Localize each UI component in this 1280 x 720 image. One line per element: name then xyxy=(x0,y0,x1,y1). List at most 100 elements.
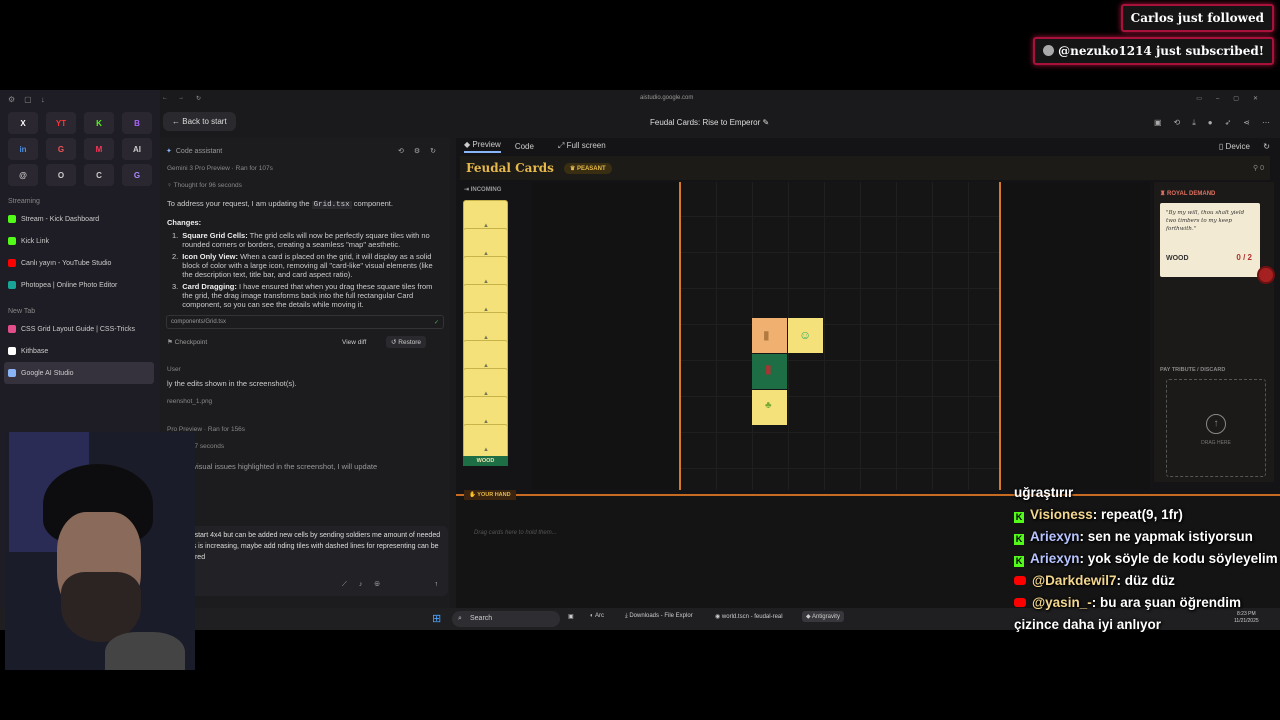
discard-drop-zone[interactable]: ↑ DRAG HERE xyxy=(1166,379,1266,477)
sidebar-new-tab[interactable]: New Tab xyxy=(0,296,160,318)
wax-seal-icon xyxy=(1257,266,1275,284)
download-icon[interactable]: ⤓ xyxy=(1192,118,1196,128)
edit-pencil-icon[interactable]: ✎ xyxy=(763,118,770,127)
window-controls[interactable]: ▭–▢✕ xyxy=(1196,95,1272,102)
tab-full-screen[interactable]: ⤢ Full screen xyxy=(558,141,606,151)
youtube-icon xyxy=(1014,598,1026,607)
refresh-icon[interactable]: ↻ xyxy=(1263,142,1270,151)
device-button[interactable]: ▯ Device xyxy=(1219,142,1250,151)
forward-arrow-icon[interactable]: → xyxy=(178,95,184,101)
taskbar-app-explorer[interactable]: ⤓ Downloads - File Explor xyxy=(625,613,693,620)
avatar-icon xyxy=(1043,45,1055,56)
github-icon[interactable]: ● xyxy=(1208,118,1213,128)
your-hand-tag: ✋ YOUR HAND xyxy=(464,490,516,500)
thought-info[interactable]: ♀ Thought for 96 seconds xyxy=(160,181,450,191)
sidebar-toggle-icon[interactable]: ▢ xyxy=(24,95,32,104)
pinned-tab-gmail[interactable]: G xyxy=(46,138,76,160)
game-title: Feudal Cards xyxy=(466,161,554,175)
youtube-icon xyxy=(8,259,16,267)
grid-tile-peasant[interactable]: ☺ xyxy=(788,318,823,353)
kick-icon: K xyxy=(1014,512,1024,523)
taskbar-app-arc[interactable]: ◐ Arc xyxy=(590,613,604,619)
sidebar-item-ai-studio[interactable]: Google AI Studio xyxy=(4,362,154,384)
chat-message: @Darkdewil7: düz düz xyxy=(1014,570,1280,592)
assistant-toolbar-icons[interactable]: ⟲⚙↻ xyxy=(398,147,446,155)
sidebar-item-photopea[interactable]: Photopea | Online Photo Editor xyxy=(0,274,160,296)
taskbar-search[interactable]: ⌕ Search xyxy=(452,611,560,627)
reload-icon[interactable]: ↻ xyxy=(196,95,201,102)
share-icon[interactable]: ⋖ xyxy=(1243,118,1250,128)
attachment[interactable]: reenshot_1.png xyxy=(160,397,450,407)
pinned-tab-ai[interactable]: AI xyxy=(122,138,152,160)
sidebar-item-label: Stream - Kick Dashboard xyxy=(21,215,100,223)
royal-demand-panel: ♜ ROYAL DEMAND "By my will, thou shalt y… xyxy=(1154,182,1275,482)
send-arrow-icon[interactable]: ↑ xyxy=(435,579,439,590)
checkpoint-row: ⚑ Checkpoint View diff ↺ Restore xyxy=(160,335,450,349)
pinned-tab-youtube[interactable]: YT xyxy=(46,112,76,134)
pinned-tab-b[interactable]: B xyxy=(122,112,152,134)
changes-heading: Changes: xyxy=(167,218,202,227)
back-to-start-button[interactable]: ← Back to start xyxy=(163,112,236,131)
sidebar-item-youtube-studio[interactable]: Canlı yayın - YouTube Studio xyxy=(0,252,160,274)
chat-message: K Ariexyn: sen ne yapmak istiyorsun xyxy=(1014,529,1253,545)
sidebar-item-label: Google AI Studio xyxy=(21,369,74,377)
chat-message: K Visioness: repeat(9, 1fr) xyxy=(1014,507,1183,523)
check-circle-icon: ✓ xyxy=(433,319,439,326)
photopea-icon xyxy=(8,281,16,289)
pinned-tab-m[interactable]: M xyxy=(84,138,114,160)
list-item: 1. Square Grid Cells: The grid cells will… xyxy=(172,231,430,249)
thought-info-2[interactable]: ught for 97 seconds xyxy=(160,442,450,452)
pinned-tab-o[interactable]: O xyxy=(46,164,76,186)
url-text[interactable]: aistudio.google.com xyxy=(640,95,693,101)
sidebar-item-label: CSS Grid Layout Guide | CSS-Tricks xyxy=(21,325,135,333)
tab-preview[interactable]: ◆ Preview xyxy=(464,140,501,153)
subscribe-alert-text: @nezuko1214 just subscribed! xyxy=(1058,44,1264,58)
back-arrow-icon[interactable]: ← xyxy=(162,95,168,101)
pinned-tab-linkedin[interactable]: in xyxy=(8,138,38,160)
sidebar-item-kick-dashboard[interactable]: Stream - Kick Dashboard xyxy=(0,208,160,230)
prompt-input-text: should start 4x4 but can be added new ce… xyxy=(172,532,441,561)
prompt-input[interactable]: should start 4x4 but can be added new ce… xyxy=(166,526,448,596)
input-tool-icons[interactable]: ⟋♪⊕ xyxy=(342,579,392,590)
chat-message: @yasin_-: bu ara şuan öğrendim çizince d… xyxy=(1014,595,1241,632)
taskbar-app-godot[interactable]: ◉ world.tscn - feudal-real xyxy=(715,613,783,620)
pinned-tab-kick[interactable]: K xyxy=(84,112,114,134)
deck-card[interactable]: ▲ xyxy=(463,424,508,460)
incoming-deck[interactable]: ▲ ▲ ▲ ▲ ▲ ▲ ▲ ▲ ▲ xyxy=(463,200,509,472)
taskbar-app-antigravity[interactable]: ◆ Antigravity xyxy=(802,611,844,622)
view-diff-button[interactable]: View diff xyxy=(342,339,366,346)
tab-code[interactable]: Code xyxy=(515,142,534,151)
settings-icon[interactable]: ⚙ xyxy=(8,95,15,104)
more-icon[interactable]: ⋯ xyxy=(1262,118,1270,128)
sidebar-item-kick-link[interactable]: Kick Link xyxy=(0,230,160,252)
save-icon[interactable]: ▣ xyxy=(1154,118,1162,128)
pinned-tab-g[interactable]: G xyxy=(122,164,152,186)
windows-start-icon[interactable]: ⊞ xyxy=(432,612,441,625)
checkpoint-label: ⚑ Checkpoint xyxy=(167,339,208,346)
arrow-left-icon: ← xyxy=(172,117,183,126)
sidebar-item-label: Kithbase xyxy=(21,347,49,355)
sidebar-item-kithbase[interactable]: Kithbase xyxy=(0,340,160,362)
restore-button[interactable]: ↺ Restore xyxy=(386,336,427,348)
chat-message: uğraştırır xyxy=(1014,485,1074,500)
royal-demand-title: ♜ ROYAL DEMAND xyxy=(1160,191,1216,197)
sidebar-item-css-tricks[interactable]: CSS Grid Layout Guide | CSS-Tricks xyxy=(0,318,160,340)
download-icon[interactable]: ↓ xyxy=(41,95,45,104)
pinned-tab-x[interactable]: X xyxy=(8,112,38,134)
kick-icon xyxy=(8,237,16,245)
history-icon[interactable]: ⟲ xyxy=(1174,118,1181,128)
youtube-icon xyxy=(1014,576,1026,585)
sidebar-item-label: Photopea | Online Photo Editor xyxy=(21,281,118,289)
task-view-icon[interactable]: ▣ xyxy=(568,613,574,620)
app-title-text: Feudal Cards: Rise to Emperor xyxy=(650,118,761,127)
pinned-tab-at[interactable]: @ xyxy=(8,164,38,186)
pinned-tab-c[interactable]: C xyxy=(84,164,114,186)
changed-file[interactable]: components/Grid.tsx ✓ xyxy=(166,315,444,329)
run-info: Gemini 3 Pro Preview · Ran for 107s xyxy=(167,165,273,172)
grid-tile-grain[interactable]: ♣ xyxy=(752,390,787,425)
grid-tile-house[interactable]: ▮ xyxy=(752,318,787,353)
grid-tile-wood[interactable]: ▮ xyxy=(752,354,787,389)
deploy-icon[interactable]: ➶ xyxy=(1225,118,1232,128)
response-partial: ess the visual issues highlighted in the… xyxy=(167,462,378,471)
run-info-2: Pro Preview · Ran for 156s xyxy=(167,426,246,433)
